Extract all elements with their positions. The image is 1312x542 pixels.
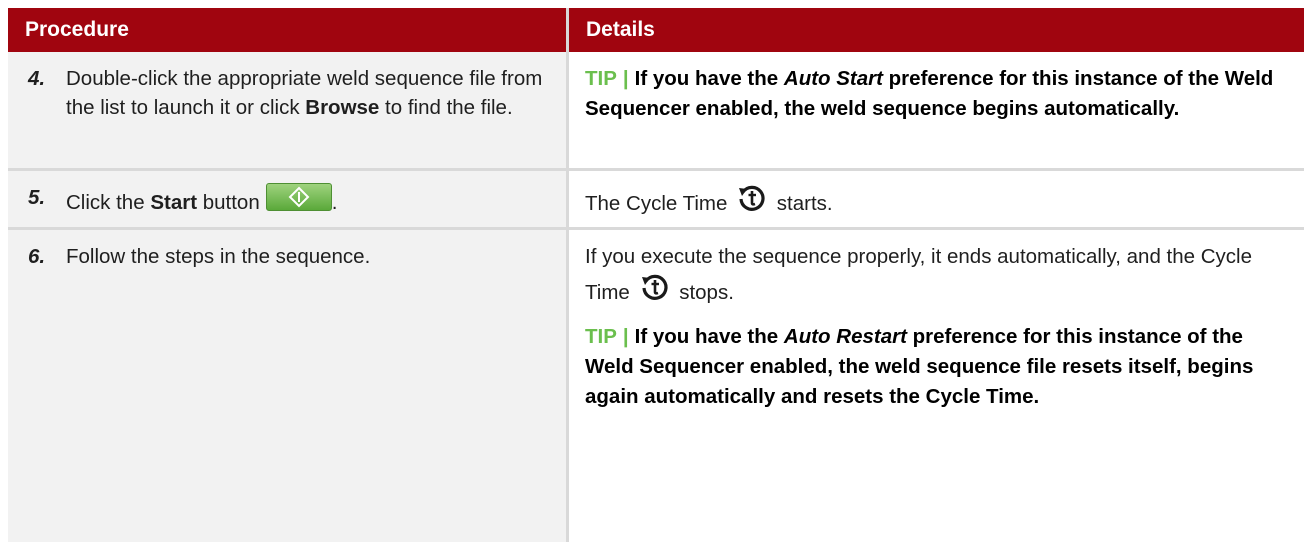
table-row: 5. Click the Start button. The Cycle Tim… bbox=[8, 171, 1304, 230]
start-label: Start bbox=[150, 191, 198, 214]
step-number: 4. bbox=[28, 67, 46, 90]
text: to find the file. bbox=[379, 96, 513, 119]
preference-name: Auto Restart bbox=[783, 325, 907, 348]
text: starts. bbox=[771, 192, 833, 215]
browse-label: Browse bbox=[305, 96, 380, 119]
procedure-text: Click the Start button. bbox=[66, 183, 552, 217]
tip-label: TIP bbox=[585, 325, 617, 348]
procedure-header: Procedure bbox=[8, 8, 569, 52]
table-row: 6. Follow the steps in the sequence. If … bbox=[8, 230, 1304, 542]
table-row: 4. Double-click the appropriate weld seq… bbox=[8, 52, 1304, 171]
tip-separator: | bbox=[622, 67, 629, 90]
details-cell: TIP | If you have the Auto Start preferenc… bbox=[569, 52, 1304, 168]
text: . bbox=[331, 191, 338, 214]
text: The Cycle Time bbox=[585, 192, 734, 215]
procedure-cell: 6. Follow the steps in the sequence. bbox=[8, 230, 569, 542]
step-number: 5. bbox=[28, 186, 46, 209]
procedure-cell: 4. Double-click the appropriate weld seq… bbox=[8, 52, 569, 168]
preference-name: Auto Start bbox=[783, 67, 883, 90]
text: If you have the bbox=[634, 67, 784, 90]
cycle-time-icon bbox=[739, 185, 765, 211]
tip-note: TIP | If you have the Auto Start preferenc… bbox=[585, 64, 1286, 124]
text: stops. bbox=[673, 281, 734, 304]
tip-note: TIP | If you have the Auto Restart prefere… bbox=[585, 322, 1286, 412]
text: If you have the bbox=[634, 325, 784, 348]
procedure-table: Procedure Details 4. Double-click the ap… bbox=[8, 8, 1304, 542]
details-cell: If you execute the sequence properly, it… bbox=[569, 230, 1304, 542]
cycle-time-icon bbox=[641, 274, 668, 300]
procedure-text: Double-click the appropriate weld sequen… bbox=[66, 64, 552, 122]
procedure-text: Follow the steps in the sequence. bbox=[66, 245, 371, 268]
start-diamond-icon bbox=[265, 183, 332, 211]
tip-separator: | bbox=[622, 325, 629, 348]
details-header: Details bbox=[586, 18, 655, 41]
procedure-cell: 5. Click the Start button. bbox=[8, 171, 569, 227]
details-paragraph: If you execute the sequence properly, it… bbox=[585, 242, 1286, 308]
text: button bbox=[197, 191, 260, 214]
details-cell: The Cycle Time starts. bbox=[569, 171, 1304, 227]
text: Click the bbox=[66, 191, 151, 214]
step-number: 6. bbox=[28, 245, 46, 268]
table-header: Procedure Details bbox=[8, 8, 1304, 52]
tip-label: TIP bbox=[585, 67, 617, 90]
